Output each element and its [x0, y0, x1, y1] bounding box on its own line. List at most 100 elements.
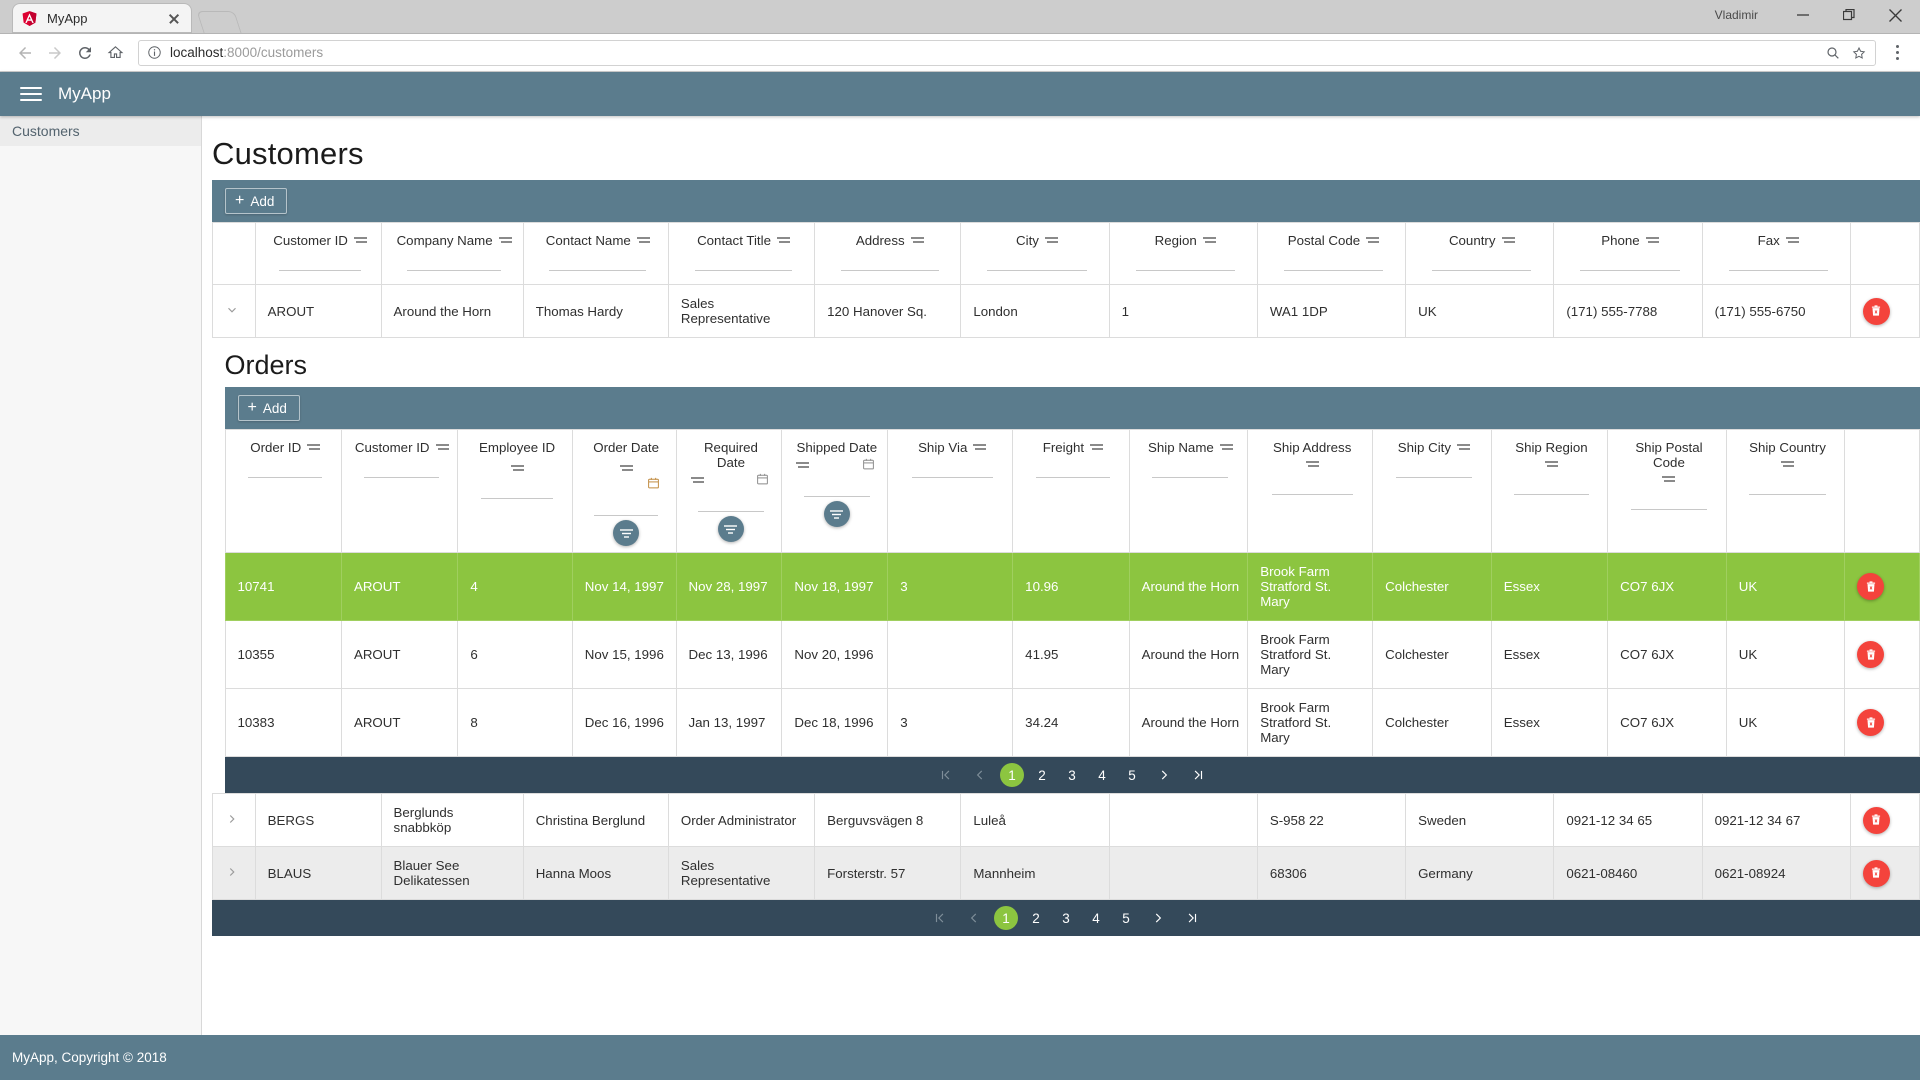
address-bar[interactable]: localhost:8000/customers	[138, 39, 1876, 66]
customers-col-customer-id[interactable]: Customer ID	[254, 222, 382, 285]
previous-page-icon[interactable]	[957, 901, 991, 935]
customers-col-fax[interactable]: Fax	[1701, 222, 1851, 285]
page-button-5[interactable]: 5	[1120, 763, 1144, 787]
page-button-3[interactable]: 3	[1060, 763, 1084, 787]
orders-col-ship-postal-code[interactable]: Ship Postal Code	[1607, 429, 1727, 553]
sort-filter-icon[interactable]	[776, 233, 790, 248]
orders-col-customer-id[interactable]: Customer ID	[340, 429, 459, 553]
last-page-icon[interactable]	[1175, 901, 1209, 935]
filter-input-ship-address[interactable]	[1271, 478, 1353, 495]
calendar-icon[interactable]	[862, 457, 875, 474]
minimize-icon[interactable]	[1780, 0, 1826, 30]
sort-filter-icon[interactable]	[1457, 440, 1471, 455]
browser-tab[interactable]: MyApp	[12, 3, 192, 33]
expand-toggle-blaus[interactable]	[212, 846, 256, 900]
sort-filter-icon[interactable]	[1366, 233, 1380, 248]
filter-input-employee-id[interactable]	[480, 482, 554, 499]
orders-col-ship-name[interactable]: Ship Name	[1128, 429, 1249, 553]
sort-filter-icon[interactable]	[910, 233, 924, 248]
expand-toggle-bergs[interactable]	[212, 793, 256, 847]
sort-filter-icon[interactable]	[1544, 457, 1558, 472]
table-row[interactable]: BLAUS Blauer See Delikatessen Hanna Moos…	[212, 846, 1920, 900]
sort-filter-icon[interactable]	[1645, 233, 1659, 248]
customers-col-contact-name[interactable]: Contact Name	[522, 222, 669, 285]
table-row[interactable]: BERGS Berglunds snabbköp Christina Bergl…	[212, 793, 1920, 847]
orders-add-button[interactable]: + Add	[237, 395, 300, 421]
chevron-down-icon[interactable]	[225, 303, 239, 320]
sort-filter-icon[interactable]	[1305, 457, 1319, 472]
filter-input-required-date[interactable]	[697, 495, 765, 512]
sort-filter-icon[interactable]	[435, 440, 449, 455]
orders-col-order-id[interactable]: Order ID	[224, 429, 342, 553]
restore-icon[interactable]	[1826, 0, 1872, 30]
sort-filter-icon[interactable]	[1662, 472, 1676, 487]
filter-input-phone[interactable]	[1580, 254, 1680, 271]
filter-input-ship-country[interactable]	[1749, 478, 1826, 495]
filter-input-contact-name[interactable]	[549, 254, 647, 271]
filter-input-contact-title[interactable]	[694, 254, 793, 271]
delete-icon[interactable]	[1857, 573, 1885, 600]
sort-filter-icon[interactable]	[1219, 440, 1233, 455]
sort-filter-icon[interactable]	[1202, 233, 1216, 248]
customers-col-country[interactable]: Country	[1405, 222, 1555, 285]
customers-col-address[interactable]: Address	[814, 222, 962, 285]
sort-filter-icon[interactable]	[690, 473, 704, 488]
table-row[interactable]: 10741 AROUT 4 Nov 14, 1997 Nov 28, 1997 …	[224, 552, 1920, 621]
orders-col-shipped-date[interactable]: Shipped Date	[781, 429, 889, 553]
page-button-2[interactable]: 2	[1030, 763, 1054, 787]
orders-col-required-date[interactable]: Required Date	[675, 429, 783, 553]
chevron-right-icon[interactable]	[225, 812, 239, 829]
filter-input-shipped-date[interactable]	[803, 480, 870, 497]
customers-col-postal-code[interactable]: Postal Code	[1256, 222, 1407, 285]
filter-input-city[interactable]	[987, 254, 1087, 271]
reload-icon[interactable]	[70, 38, 100, 68]
filter-input-ship-via[interactable]	[911, 461, 993, 478]
table-row[interactable]: AROUT Around the Horn Thomas Hardy Sales…	[212, 284, 1920, 338]
delete-icon[interactable]	[1862, 806, 1890, 834]
filter-input-postal-code[interactable]	[1283, 254, 1384, 271]
filter-input-orders-customer-id[interactable]	[364, 461, 439, 478]
page-button-2[interactable]: 2	[1024, 906, 1048, 930]
table-row[interactable]: 10383 AROUT 8 Dec 16, 1996 Jan 13, 1997 …	[224, 688, 1920, 757]
orders-col-order-date[interactable]: Order Date	[571, 429, 677, 553]
next-page-icon[interactable]	[1147, 758, 1181, 792]
previous-page-icon[interactable]	[963, 758, 997, 792]
filter-input-country[interactable]	[1432, 254, 1532, 271]
sort-filter-icon[interactable]	[1090, 440, 1104, 455]
filter-input-company-name[interactable]	[406, 254, 502, 271]
window-close-icon[interactable]	[1872, 0, 1918, 30]
sidebar-item-customers[interactable]: Customers	[0, 116, 201, 146]
bookmark-star-icon[interactable]	[1851, 45, 1867, 61]
customers-col-contact-title[interactable]: Contact Title	[667, 222, 816, 285]
orders-col-ship-country[interactable]: Ship Country	[1725, 429, 1846, 553]
customers-col-phone[interactable]: Phone	[1553, 222, 1703, 285]
page-button-4[interactable]: 4	[1090, 763, 1114, 787]
orders-col-employee-id[interactable]: Employee ID	[457, 429, 573, 553]
sort-filter-icon[interactable]	[353, 233, 367, 248]
orders-col-ship-address[interactable]: Ship Address	[1247, 429, 1374, 553]
delete-icon[interactable]	[1862, 859, 1890, 887]
delete-icon[interactable]	[1862, 297, 1890, 325]
orders-col-freight[interactable]: Freight	[1012, 429, 1130, 553]
sort-filter-icon[interactable]	[510, 461, 524, 476]
sort-filter-icon[interactable]	[1501, 233, 1515, 248]
filter-input-region[interactable]	[1135, 254, 1235, 271]
page-button-1[interactable]: 1	[1000, 763, 1024, 787]
browser-menu-icon[interactable]	[1884, 38, 1910, 68]
page-button-1[interactable]: 1	[994, 906, 1018, 930]
expand-toggle-arout[interactable]	[212, 284, 256, 338]
sort-filter-icon[interactable]	[307, 440, 321, 455]
filter-input-order-id[interactable]	[248, 461, 323, 478]
filter-input-ship-region[interactable]	[1514, 478, 1589, 495]
required-date-filter-button[interactable]	[717, 516, 744, 542]
page-info-icon[interactable]	[147, 45, 162, 60]
chevron-right-icon[interactable]	[225, 865, 239, 882]
delete-icon[interactable]	[1857, 709, 1885, 736]
close-icon[interactable]	[165, 10, 183, 28]
page-button-3[interactable]: 3	[1054, 906, 1078, 930]
calendar-icon[interactable]	[647, 476, 660, 493]
customers-add-button[interactable]: + Add	[225, 188, 288, 214]
first-page-icon[interactable]	[929, 758, 963, 792]
sort-filter-icon[interactable]	[498, 233, 512, 248]
new-tab-button[interactable]	[196, 11, 242, 33]
